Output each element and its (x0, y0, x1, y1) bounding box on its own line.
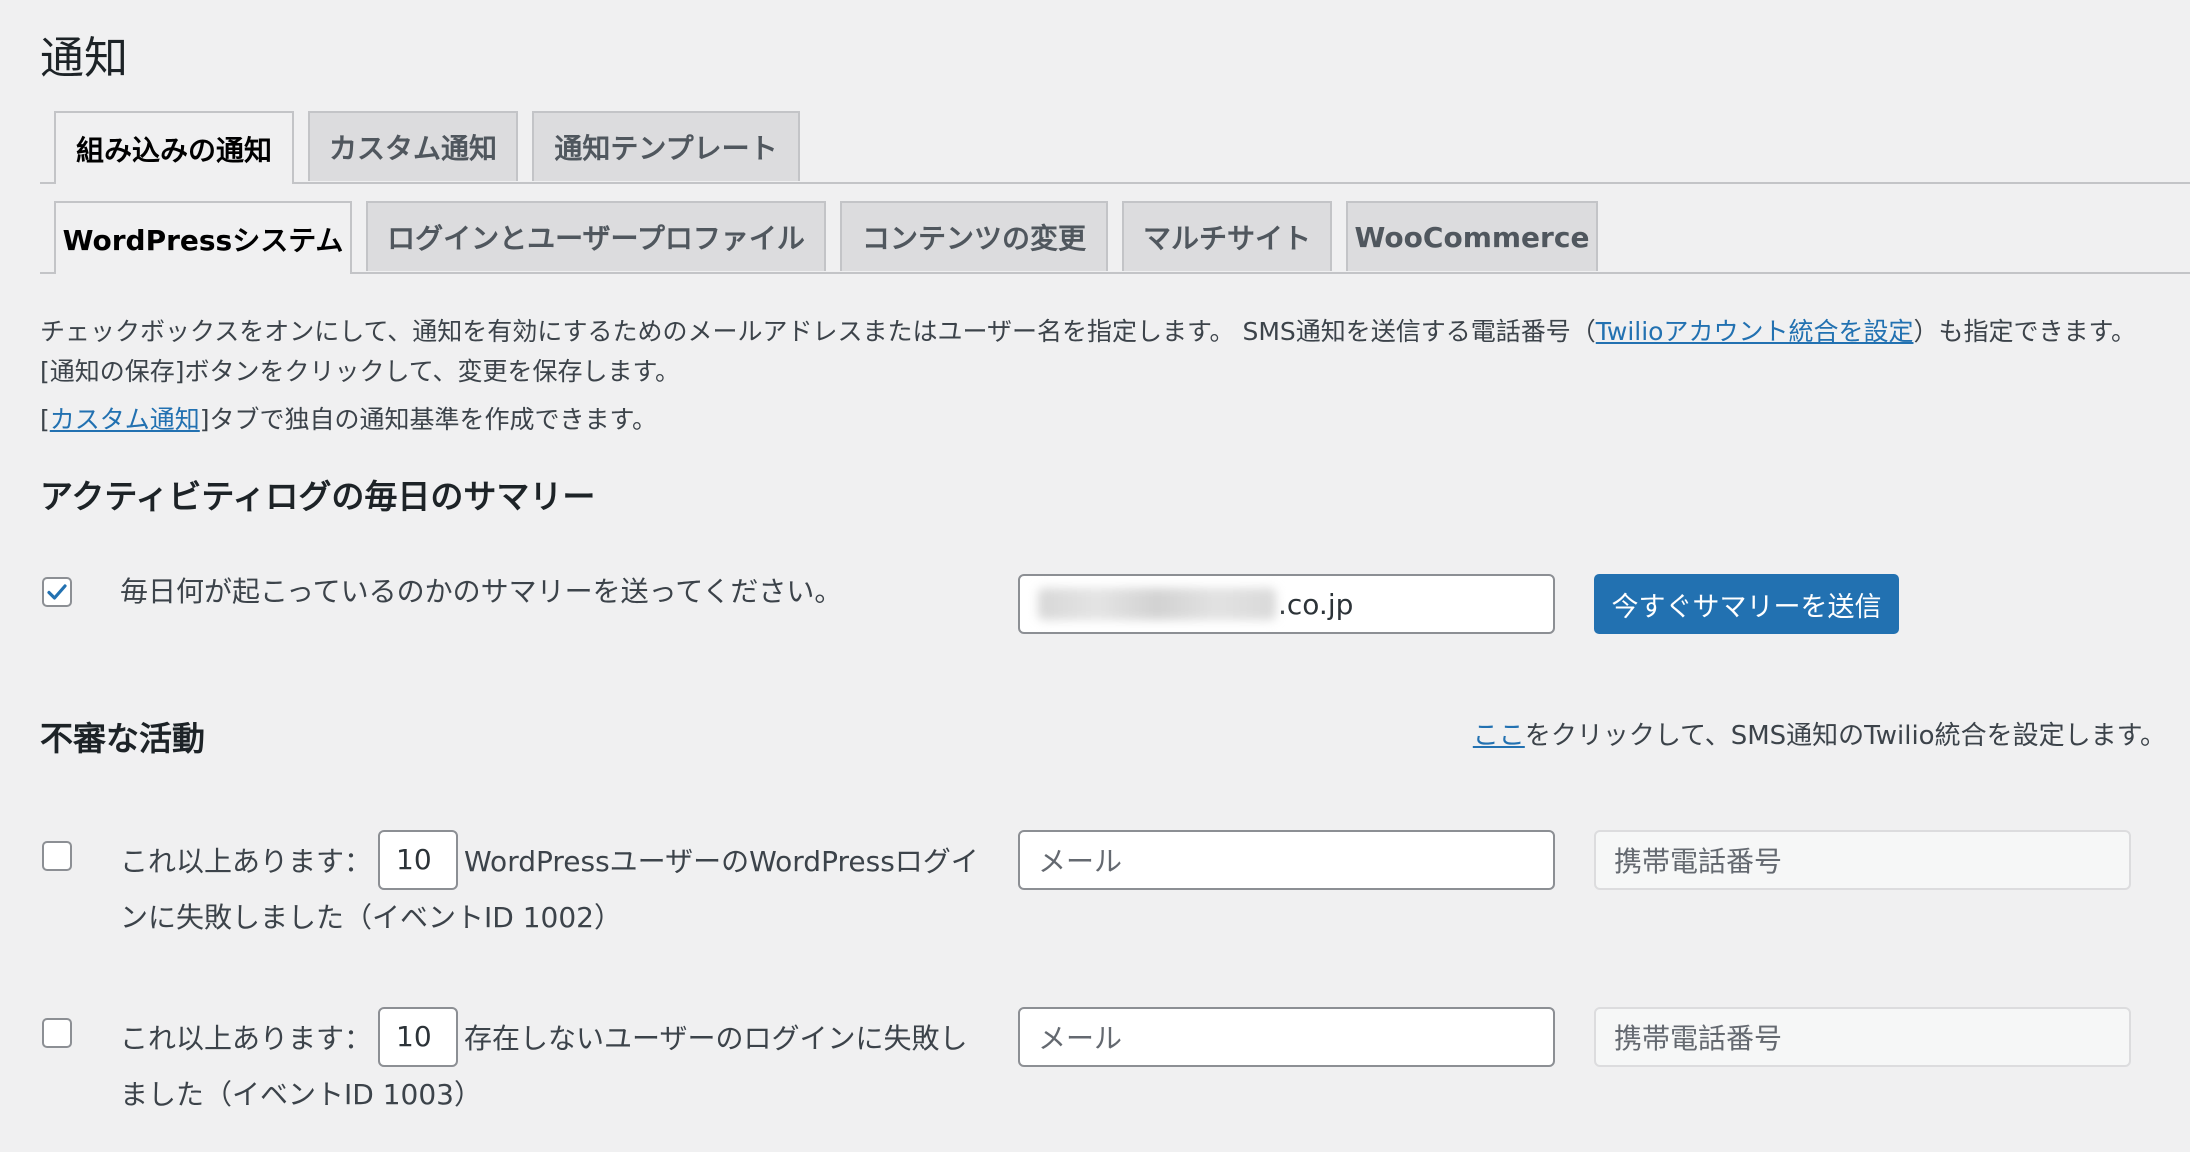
tab-multisite[interactable]: マルチサイト (1122, 201, 1332, 271)
bracket-open: [ (40, 405, 50, 434)
twilio-setup-link[interactable]: ここ (1473, 721, 1525, 751)
page-title: 通知 (40, 33, 128, 84)
primary-tabs-baseline (40, 182, 2190, 184)
rule-text-line1: 存在しないユーザーのログインに失敗し (464, 1022, 968, 1055)
tab-wordpress-system[interactable]: WordPressシステム (54, 201, 352, 274)
threshold-input[interactable]: 10 (378, 1007, 459, 1067)
failed-login-nonexistent-label: これ以上あります： 10 存在しないユーザーのログインに失敗し ました（イベントID… (120, 1007, 980, 1120)
daily-summary-label: 毎日何が起こっているのかのサマリーを送ってください。 (120, 575, 843, 608)
failed-login-wp-users-label: これ以上あります： 10 WordPressユーザーのWordPressログイ ンに… (120, 830, 980, 943)
email-placeholder: メール (1038, 845, 1123, 878)
twilio-setup-text: をクリックして、SMS通知のTwilio統合を設定します。 (1524, 721, 2166, 751)
daily-summary-title: アクティビティログの毎日のサマリー (40, 477, 596, 516)
daily-summary-email-input[interactable]: .co.jp (1018, 574, 1555, 634)
rule-text-line1: WordPressユーザーのWordPressログイ (464, 845, 979, 878)
tab-custom-notifications[interactable]: カスタム通知 (308, 111, 518, 181)
description-text-start: チェックボックスをオンにして、通知を有効にするためのメールアドレスまたはユーザー… (40, 317, 1596, 346)
twilio-setup-hint: ここをクリックして、SMS通知のTwilio統合を設定します。 (1473, 716, 2166, 756)
secondary-tabs-baseline (40, 272, 2190, 274)
failed-login-nonexistent-phone-input[interactable]: 携帯電話番号 (1594, 1007, 2131, 1067)
notifications-description: チェックボックスをオンにして、通知を有効にするためのメールアドレスまたはユーザー… (40, 312, 2170, 392)
suspicious-activity-title: 不審な活動 (40, 719, 205, 758)
redacted-email (1038, 588, 1276, 620)
tab-notification-templates[interactable]: 通知テンプレート (532, 111, 800, 181)
rule-text-line2: ンに失敗しました（イベントID 1002） (120, 901, 622, 934)
tab-builtin-notifications[interactable]: 組み込みの通知 (54, 111, 294, 184)
daily-summary-checkbox[interactable] (42, 577, 72, 607)
rule-text-line2: ました（イベントID 1003） (120, 1078, 482, 1111)
failed-login-wp-users-email-input[interactable]: メール (1018, 830, 1555, 890)
phone-placeholder: 携帯電話番号 (1614, 845, 1783, 878)
email-visible-suffix: .co.jp (1278, 587, 1354, 621)
custom-notifications-link[interactable]: カスタム通知 (50, 405, 200, 434)
phone-placeholder: 携帯電話番号 (1614, 1022, 1783, 1055)
failed-login-nonexistent-checkbox[interactable] (42, 1018, 72, 1048)
threshold-input[interactable]: 10 (378, 830, 459, 890)
email-placeholder: メール (1038, 1022, 1123, 1055)
threshold-prefix: これ以上あります： (120, 845, 373, 878)
checkmark-icon (47, 584, 67, 600)
hint-text: ]タブで独自の通知基準を作成できます。 (199, 405, 658, 434)
failed-login-wp-users-checkbox[interactable] (42, 841, 72, 871)
tab-woocommerce[interactable]: WooCommerce (1346, 201, 1598, 271)
tab-content-changes[interactable]: コンテンツの変更 (840, 201, 1108, 271)
tab-login-user-profile[interactable]: ログインとユーザープロファイル (366, 201, 826, 271)
failed-login-wp-users-phone-input[interactable]: 携帯電話番号 (1594, 830, 2131, 890)
threshold-prefix: これ以上あります： (120, 1022, 373, 1055)
custom-notifications-hint: [カスタム通知]タブで独自の通知基準を作成できます。 (40, 400, 657, 440)
send-summary-now-button[interactable]: 今すぐサマリーを送信 (1594, 574, 1899, 634)
failed-login-nonexistent-email-input[interactable]: メール (1018, 1007, 1555, 1067)
twilio-settings-link[interactable]: Twilioアカウント統合を設定 (1596, 317, 1914, 346)
